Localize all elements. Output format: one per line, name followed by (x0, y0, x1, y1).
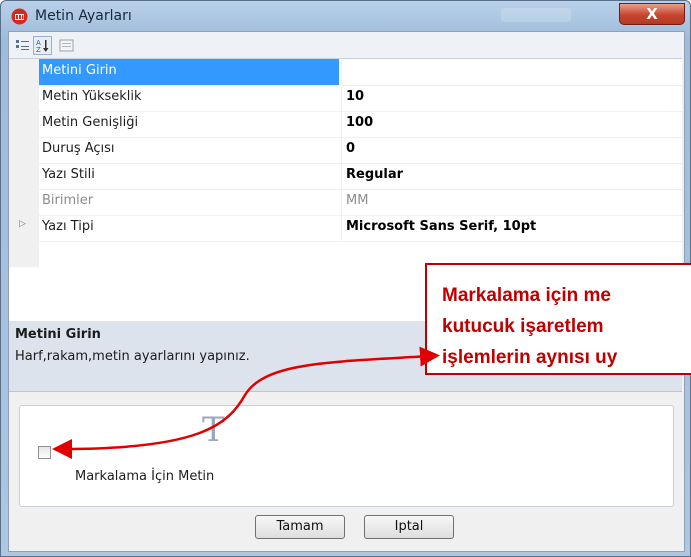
annotation-arrow (52, 346, 440, 459)
